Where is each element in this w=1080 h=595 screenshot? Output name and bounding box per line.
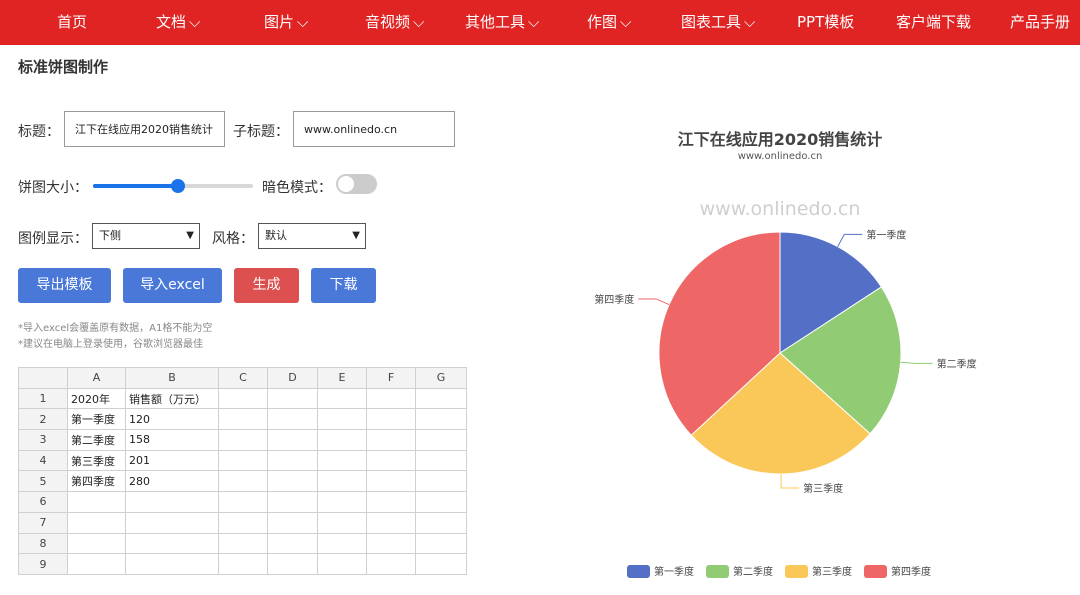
slice-label: 第三季度 <box>803 482 843 495</box>
slice-label-line <box>638 298 670 306</box>
slice-label-line <box>900 361 933 364</box>
legend-label[interactable]: 第四季度 <box>891 565 931 578</box>
legend-swatch[interactable] <box>706 565 729 578</box>
legend-label[interactable]: 第一季度 <box>654 565 694 578</box>
slice-label: 第四季度 <box>594 293 634 306</box>
pie-chart: 第一季度第二季度第三季度第四季度第一季度 第二季度 第三季度 第四季度 <box>594 228 977 578</box>
legend-label[interactable]: 第三季度 <box>812 565 852 578</box>
legend-swatch[interactable] <box>785 565 808 578</box>
slice-label: 第一季度 <box>866 228 906 241</box>
legend-swatch[interactable] <box>864 565 887 578</box>
legend-label[interactable]: 第二季度 <box>733 565 773 578</box>
slice-label: 第二季度 <box>937 357 977 370</box>
legend-swatch[interactable] <box>627 565 650 578</box>
slice-label-line <box>780 473 800 489</box>
slice-label-line <box>837 233 863 247</box>
